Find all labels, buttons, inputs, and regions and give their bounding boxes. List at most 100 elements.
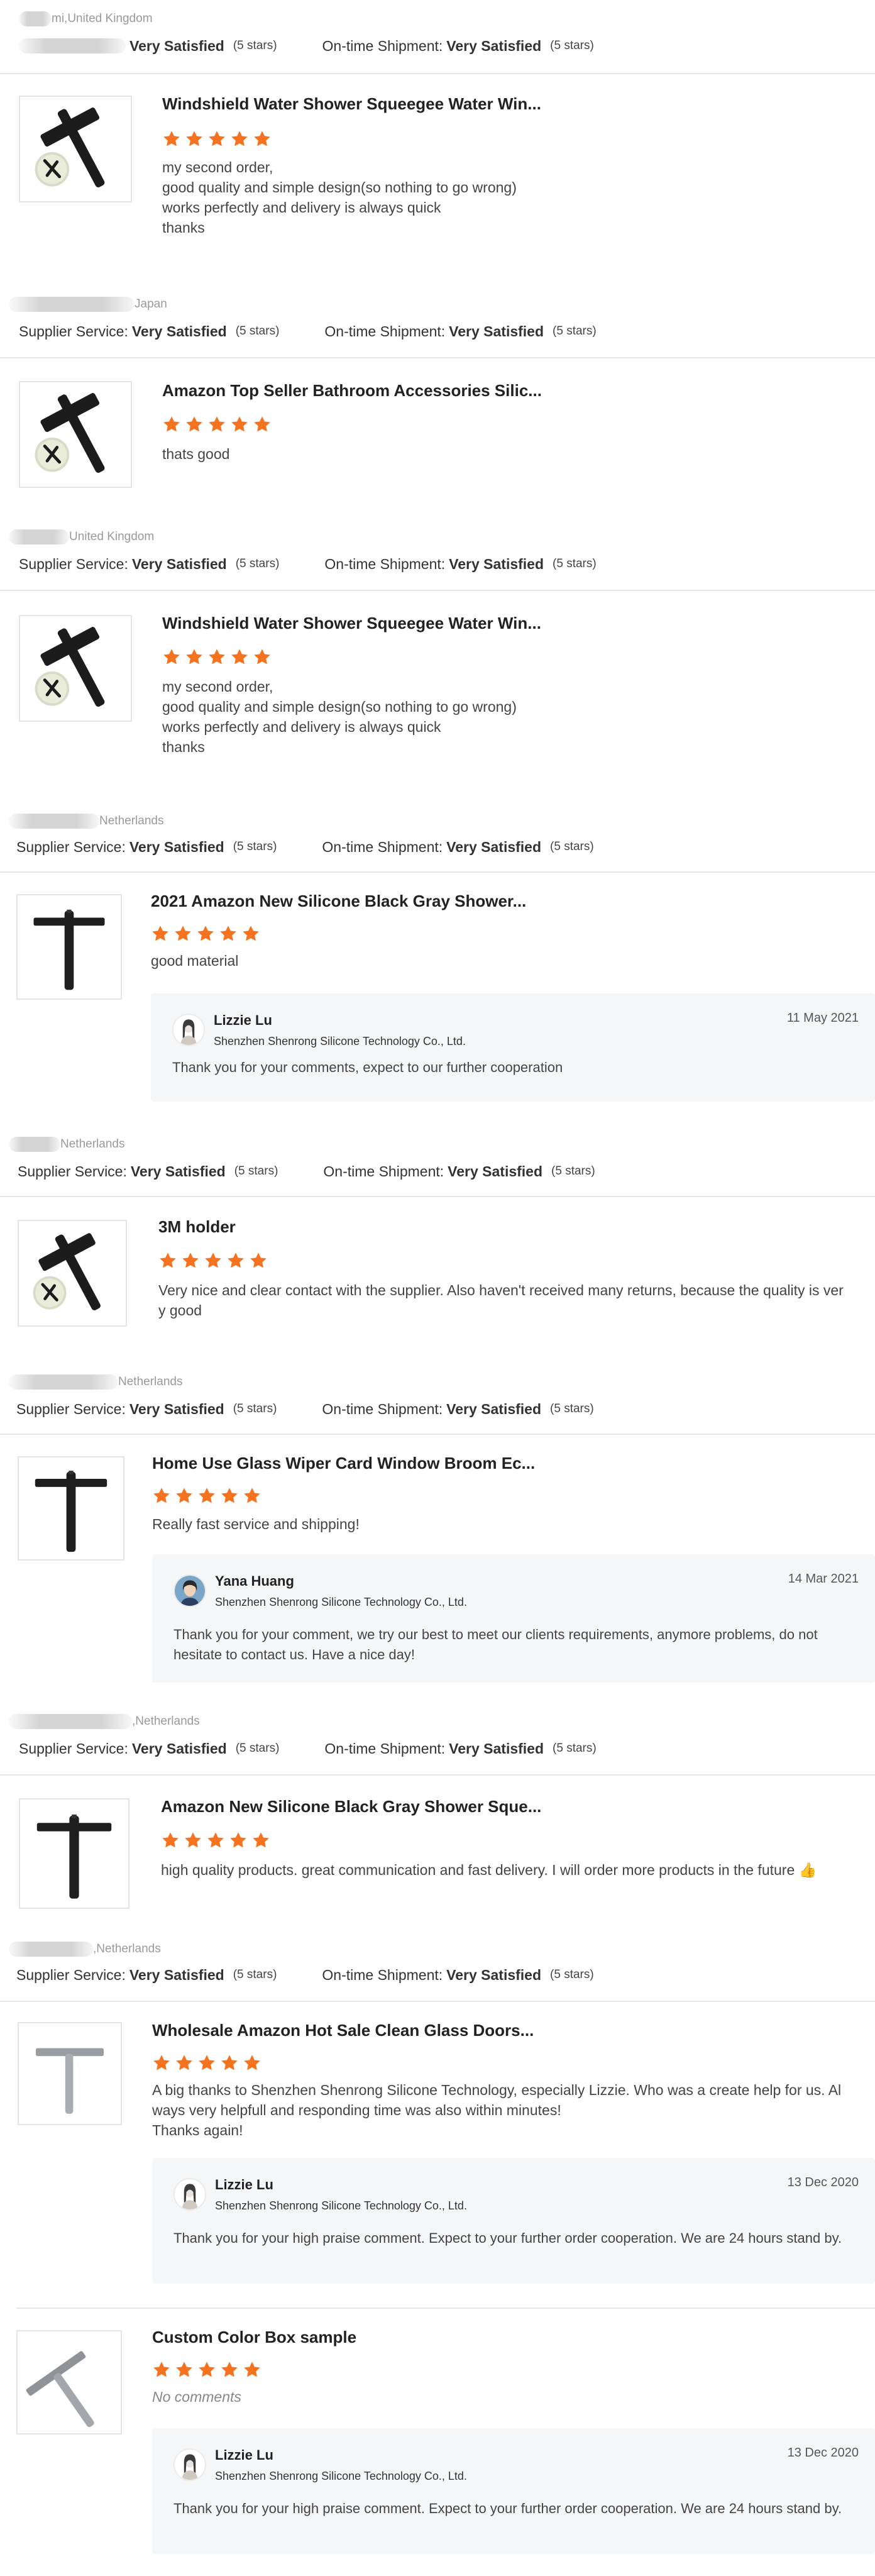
- supplier-service-stars: (5 stars): [234, 1164, 278, 1178]
- product-image[interactable]: [19, 615, 132, 722]
- ontime-shipment-label: On-time Shipment:: [324, 323, 446, 340]
- supplier-service-value: Very Satisfied: [129, 1966, 224, 1983]
- buyer-country: United Kingdom: [69, 530, 155, 543]
- buyer-info: ,Netherlands: [9, 1940, 161, 1958]
- product-image[interactable]: [18, 1220, 127, 1327]
- rating-summary: Very Satisfied (5 stars) On-time Shipmen…: [19, 36, 594, 55]
- supplier-service-label: Supplier Service:: [16, 1966, 126, 1983]
- woman-photo-avatar-icon: [173, 1574, 206, 1607]
- buyer-name-blurred: [9, 1942, 93, 1957]
- buyer-info: United Kingdom: [9, 528, 154, 546]
- supplier-reply: Lizzie Lu Shenzhen Shenrong Silicone Tec…: [152, 2158, 875, 2284]
- reply-date: 11 May 2021: [786, 1011, 859, 1025]
- supplier-service-value: Very Satisfied: [130, 1163, 226, 1180]
- woman-avatar-icon: [173, 2448, 206, 2481]
- review-comment: Very nice and clear contact with the sup…: [158, 1282, 844, 1318]
- reply-text: Thank you for your high praise comment. …: [173, 2230, 842, 2246]
- star-rating: [162, 130, 272, 148]
- ontime-shipment-label: On-time Shipment:: [323, 1163, 444, 1180]
- star-icon: [221, 2362, 238, 2377]
- review-comment: A big thanks to Shenzhen Shenrong Silico…: [152, 2082, 842, 2138]
- supplier-service-value: Very Satisfied: [129, 838, 224, 855]
- product-image[interactable]: [16, 894, 122, 1000]
- star-icon: [160, 1252, 176, 1268]
- product-title[interactable]: Amazon Top Seller Bathroom Accessories S…: [162, 381, 542, 401]
- ontime-shipment-label: On-time Shipment:: [322, 838, 443, 855]
- reply-company: Shenzhen Shenrong Silicone Technology Co…: [215, 2470, 467, 2482]
- product-title[interactable]: Windshield Water Shower Squeegee Water W…: [162, 614, 541, 633]
- supplier-service-label: Supplier Service:: [19, 555, 128, 572]
- product-image[interactable]: [18, 1456, 124, 1561]
- star-icon: [244, 2055, 260, 2070]
- ontime-shipment-stars: (5 stars): [551, 1164, 595, 1178]
- ontime-shipment-label: On-time Shipment:: [322, 1400, 443, 1417]
- ontime-shipment-value: Very Satisfied: [446, 37, 542, 54]
- buyer-name-blurred: [9, 297, 135, 312]
- ontime-shipment-value: Very Satisfied: [449, 555, 544, 572]
- buyer-country: ,Netherlands: [93, 1942, 161, 1955]
- product-title[interactable]: Wholesale Amazon Hot Sale Clean Glass Do…: [152, 2021, 534, 2040]
- star-rating: [152, 2360, 261, 2379]
- ontime-shipment-label: On-time Shipment:: [324, 1740, 446, 1757]
- supplier-service-stars: (5 stars): [235, 324, 280, 338]
- product-image[interactable]: [16, 2330, 122, 2435]
- star-icon: [199, 1488, 215, 1503]
- star-icon: [176, 2362, 192, 2377]
- buyer-info: Japan: [9, 296, 167, 313]
- product-title[interactable]: Amazon New Silicone Black Gray Shower Sq…: [161, 1797, 541, 1816]
- supplier-service-label: Supplier Service:: [16, 838, 126, 855]
- star-icon: [250, 1252, 267, 1268]
- supplier-service-value: Very Satisfied: [131, 1740, 227, 1757]
- star-icon: [176, 2055, 192, 2070]
- star-icon: [186, 131, 202, 146]
- review-comment: good material: [151, 953, 239, 969]
- buyer-country: Netherlands: [60, 1137, 125, 1151]
- supplier-service-stars: (5 stars): [235, 1742, 280, 1755]
- star-icon: [162, 1832, 179, 1848]
- divider: [0, 2001, 875, 2002]
- supplier-service-label: Supplier Service:: [18, 1163, 127, 1180]
- buyer-country: mi,United Kingdom: [52, 12, 153, 25]
- star-icon: [197, 926, 214, 941]
- supplier-service-stars: (5 stars): [233, 1402, 277, 1415]
- product-title[interactable]: 2021 Amazon New Silicone Black Gray Show…: [151, 892, 526, 911]
- squeegee-holder-icon: [33, 1233, 101, 1311]
- ontime-shipment-stars: (5 stars): [550, 39, 594, 52]
- review-comment: thats good: [162, 446, 230, 462]
- reply-author-name: Lizzie Lu: [215, 2177, 273, 2192]
- product-image[interactable]: [18, 2022, 122, 2125]
- star-icon: [186, 416, 202, 432]
- reply-date: 14 Mar 2021: [788, 1572, 859, 1586]
- divider: [0, 590, 875, 591]
- product-title[interactable]: 3M holder: [158, 1217, 236, 1237]
- star-rating: [158, 1251, 268, 1270]
- supplier-service-label: Supplier Service:: [19, 1740, 128, 1757]
- rating-summary: Supplier Service: Very Satisfied (5 star…: [19, 322, 597, 341]
- product-image[interactable]: [19, 96, 132, 202]
- product-title[interactable]: Home Use Glass Wiper Card Window Broom E…: [152, 1454, 535, 1473]
- star-icon: [254, 416, 270, 432]
- star-icon: [254, 131, 270, 146]
- product-title[interactable]: Windshield Water Shower Squeegee Water W…: [162, 94, 541, 114]
- buyer-name-blurred: [9, 1374, 118, 1390]
- reply-text: Thank you for your high praise comment. …: [173, 2501, 842, 2516]
- product-title[interactable]: Custom Color Box sample: [152, 2328, 356, 2347]
- product-image[interactable]: [19, 1798, 129, 1909]
- divider: [0, 1196, 875, 1197]
- product-image[interactable]: [19, 381, 132, 488]
- ontime-shipment-value: Very Satisfied: [449, 323, 544, 340]
- star-icon: [163, 649, 180, 665]
- supplier-service-stars: (5 stars): [233, 39, 277, 52]
- supplier-service-label: Supplier Service:: [16, 1400, 126, 1417]
- squeegee-holder-icon: [35, 393, 105, 473]
- ontime-shipment-stars: (5 stars): [550, 1402, 594, 1415]
- star-icon: [186, 649, 202, 665]
- star-icon: [199, 2055, 215, 2070]
- divider: [0, 357, 875, 358]
- rating-summary: Supplier Service: Very Satisfied (5 star…: [18, 1162, 595, 1181]
- supplier-service-stars: (5 stars): [233, 1968, 277, 1981]
- star-icon: [221, 2055, 238, 2070]
- squeegee-icon: [33, 909, 105, 990]
- review-comment: high quality products. great communicati…: [161, 1862, 817, 1878]
- star-icon: [230, 1832, 246, 1848]
